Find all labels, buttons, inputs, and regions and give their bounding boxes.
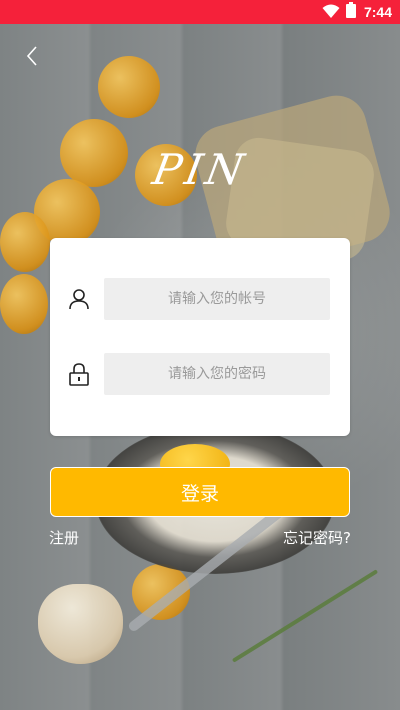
status-bar: 7:44 (0, 0, 400, 24)
status-time: 7:44 (363, 4, 392, 20)
lock-icon (68, 362, 90, 386)
login-card (50, 238, 350, 436)
back-button[interactable] (20, 44, 44, 72)
herb-shape (231, 569, 379, 663)
register-link[interactable]: 注册 (49, 527, 79, 548)
tomato-shape (98, 56, 160, 118)
tomato-shape (60, 119, 128, 187)
user-icon (68, 287, 90, 311)
forgot-password-link[interactable]: 忘记密码? (283, 527, 351, 548)
account-row (68, 278, 330, 320)
wifi-icon (322, 3, 340, 22)
app-logo: PIN (148, 145, 252, 194)
tomato-shape (0, 212, 50, 272)
login-button[interactable]: 登录 (50, 467, 350, 517)
password-input[interactable] (104, 353, 330, 395)
chevron-left-icon (26, 45, 38, 71)
account-input[interactable] (104, 278, 330, 320)
eggshell-shape (38, 584, 123, 664)
tomato-shape (0, 274, 48, 334)
password-row (68, 353, 330, 395)
status-icons (322, 2, 356, 22)
battery-icon (345, 2, 356, 22)
login-button-label: 登录 (180, 482, 219, 505)
